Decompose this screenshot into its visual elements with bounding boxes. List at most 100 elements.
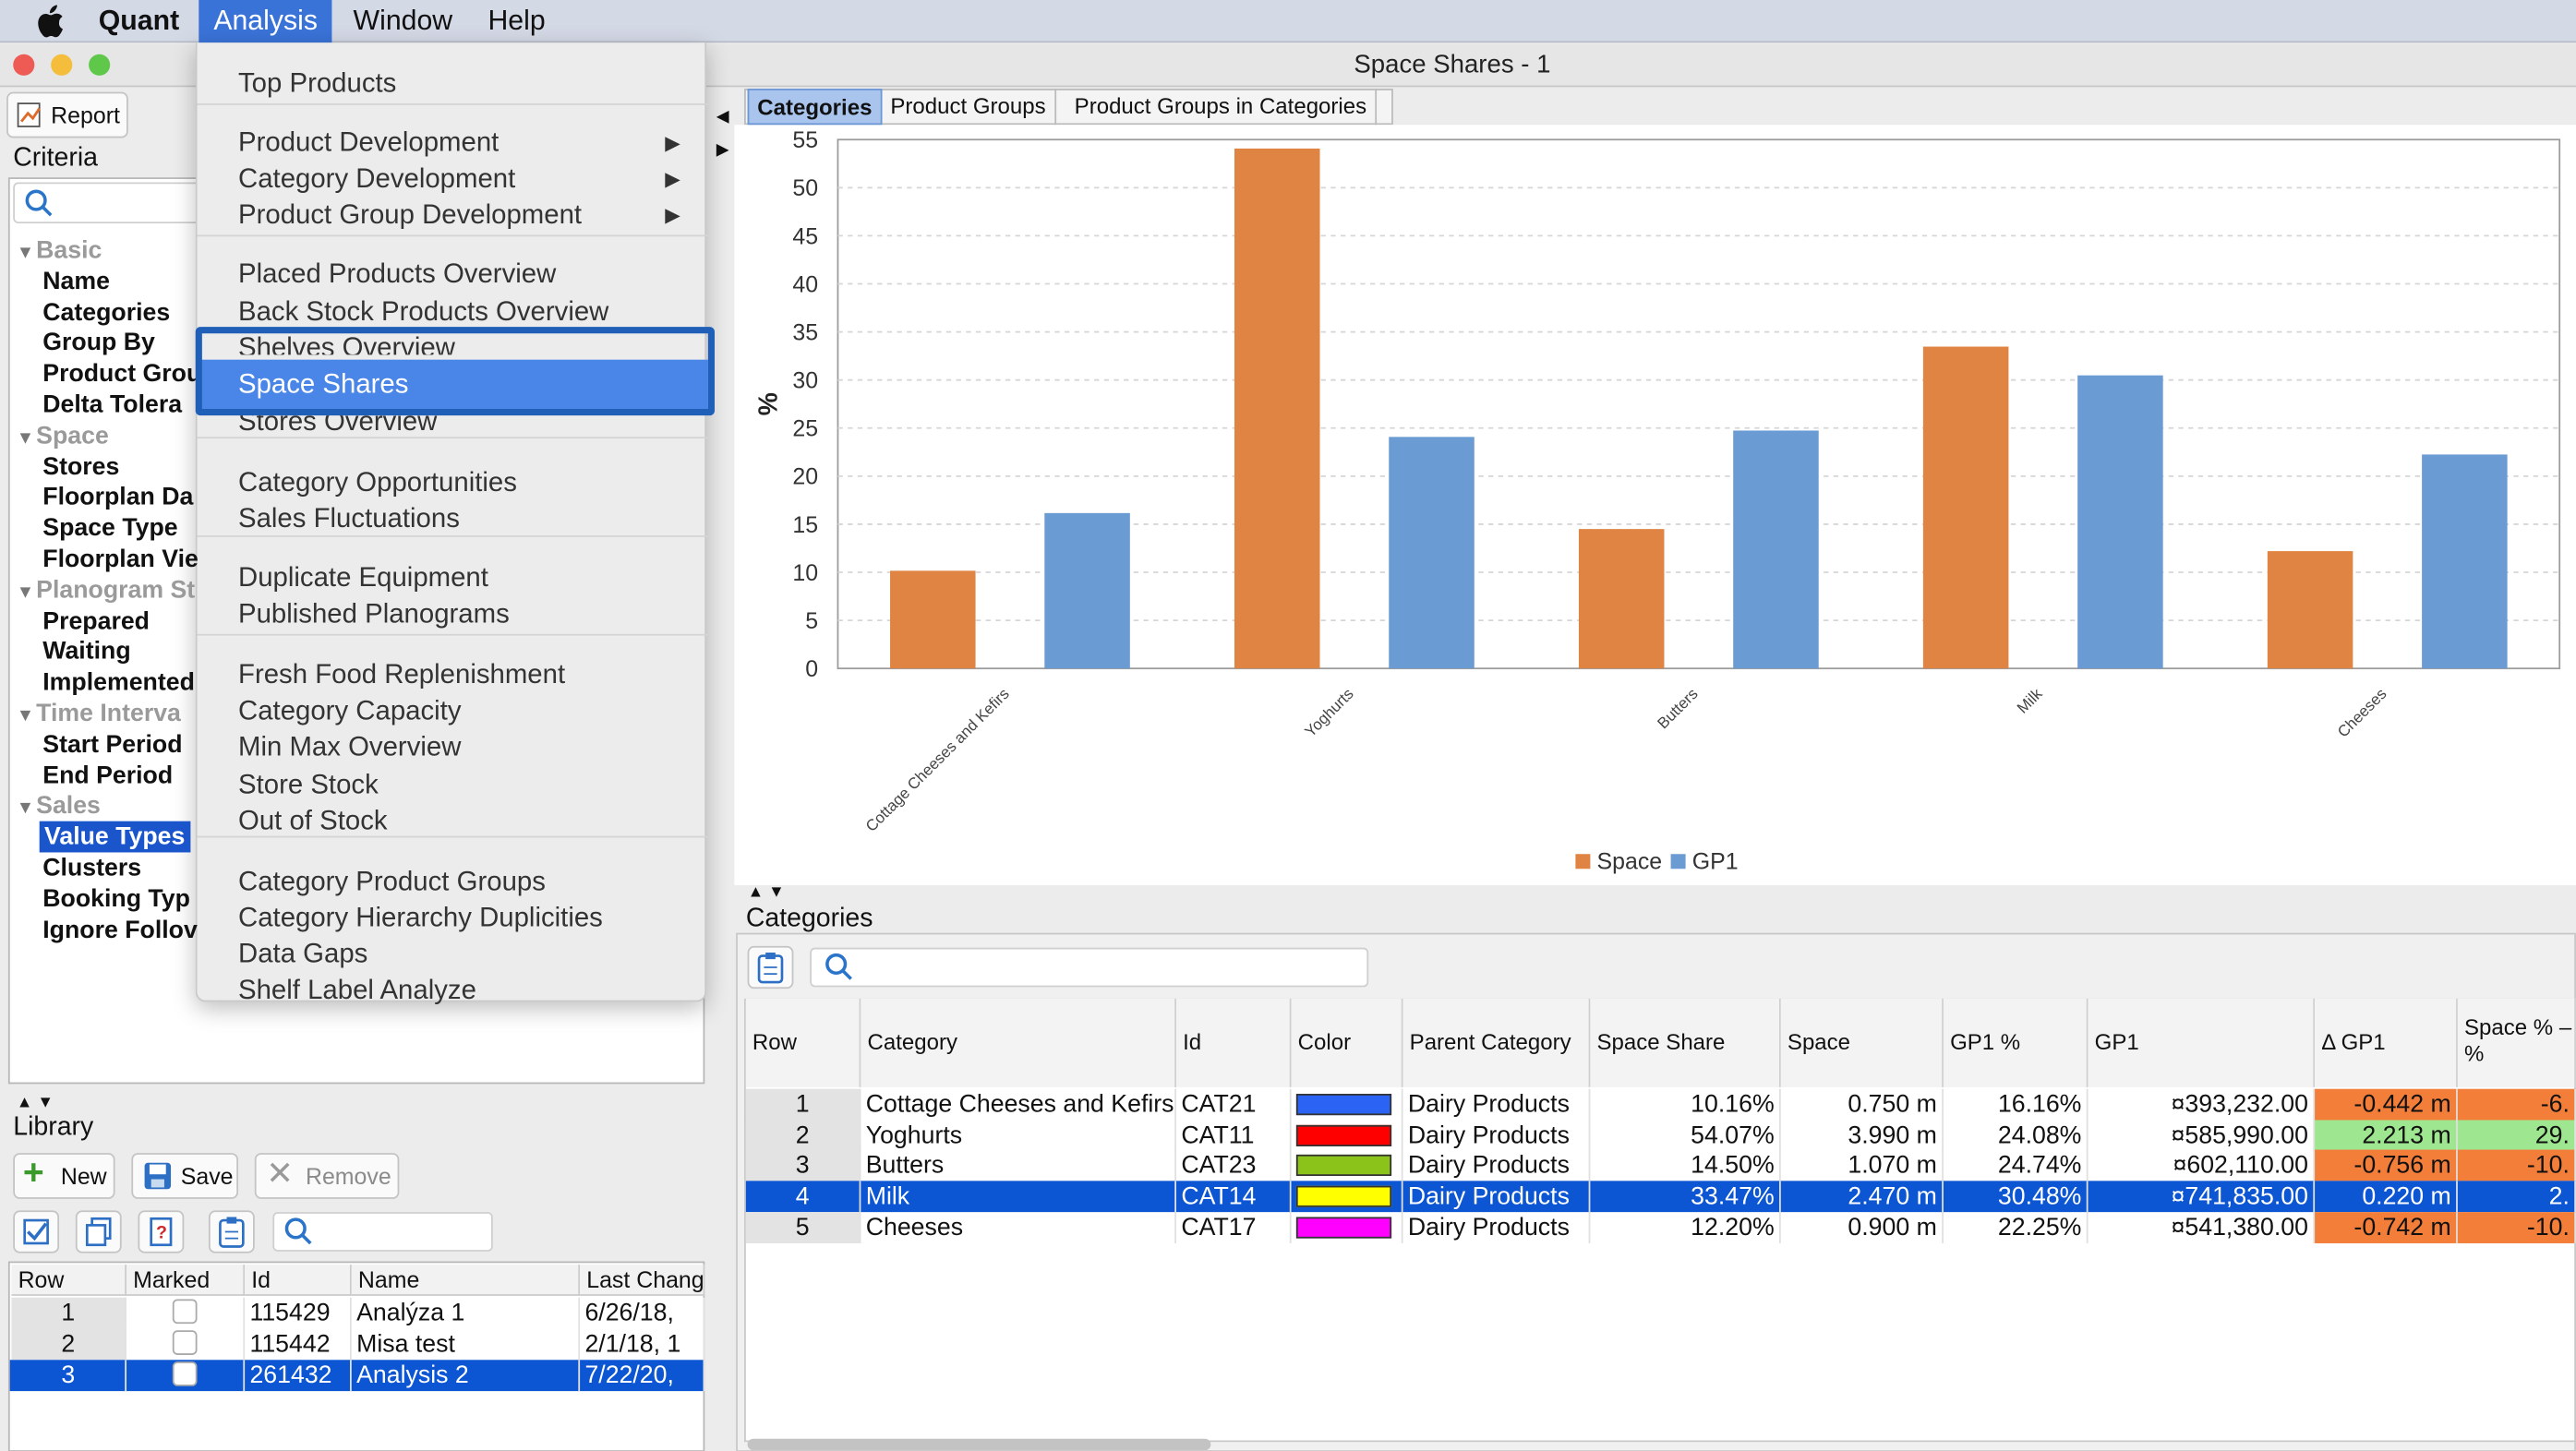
marked-checkbox[interactable] [172, 1299, 198, 1325]
menu-analysis[interactable]: Analysis [199, 0, 332, 43]
marked-checkbox[interactable] [172, 1329, 198, 1355]
column-header-8[interactable]: GP1 [2088, 998, 2316, 1087]
library-column-header-2[interactable]: Id [245, 1265, 352, 1296]
y-tick-label: 45 [792, 223, 818, 249]
categories-search-input[interactable] [810, 947, 1369, 988]
remove-button[interactable]: ✕ Remove [254, 1153, 400, 1199]
criteria-item[interactable]: Space Type [42, 512, 177, 544]
disclosure-triangle-icon[interactable]: ▼ [17, 424, 36, 455]
menu-item-published-planograms[interactable]: Published Planograms [238, 596, 510, 632]
tab-product-groups[interactable]: Product Groups [883, 89, 1056, 126]
cell-parent: Dairy Products [1403, 1088, 1591, 1121]
disclosure-triangle-icon[interactable]: ▼ [17, 578, 36, 609]
criteria-item[interactable]: Clusters [42, 852, 141, 883]
menu-item-category-hierarchy-duplicities[interactable]: Category Hierarchy Duplicities [238, 900, 603, 936]
criteria-item[interactable]: Waiting [42, 636, 130, 667]
menu-item-fresh-food-replenishment[interactable]: Fresh Food Replenishment [238, 657, 565, 693]
library-search-input[interactable] [272, 1212, 493, 1252]
column-header-3[interactable]: Color [1291, 998, 1403, 1087]
criteria-item[interactable]: Group By [42, 328, 155, 359]
clipboard-icon[interactable] [747, 945, 794, 989]
save-button[interactable]: Save [131, 1153, 239, 1199]
criteria-item[interactable]: Start Period [42, 729, 182, 761]
disclosure-triangle-icon[interactable]: ▼ [17, 794, 36, 825]
menu-item-product-development[interactable]: Product Development [238, 125, 499, 161]
column-header-6[interactable]: Space [1780, 998, 1944, 1087]
menu-item-data-gaps[interactable]: Data Gaps [238, 936, 367, 972]
menu-window[interactable]: Window [339, 0, 468, 42]
menu-item-shelves-overview[interactable]: Shelves Overview [238, 330, 455, 354]
criteria-item[interactable]: Name [42, 266, 110, 297]
criteria-item[interactable]: Floorplan Da [42, 482, 193, 513]
criteria-item[interactable]: Value Types [39, 821, 190, 853]
tab-product-groups-in-categories[interactable]: Product Groups in Categories [1066, 89, 1377, 126]
menu-item-space-shares[interactable]: Space Shares [238, 366, 408, 402]
marked-checkbox[interactable] [172, 1361, 198, 1386]
disclosure-triangle-icon[interactable]: ▼ [17, 238, 36, 270]
y-tick-label: 35 [792, 319, 818, 345]
splitter-arrows[interactable]: ▲ ▼ [17, 1094, 54, 1112]
horizontal-scrollbar[interactable] [747, 1438, 1211, 1451]
menu-help[interactable]: Help [473, 0, 560, 42]
column-header-5[interactable]: Space Share [1590, 998, 1781, 1087]
menu-item-min-max-overview[interactable]: Min Max Overview [238, 729, 461, 765]
color-swatch [1295, 1155, 1392, 1177]
criteria-item[interactable]: Categories [42, 296, 170, 328]
criteria-item[interactable]: Stores [42, 451, 119, 483]
apple-icon[interactable] [19, 0, 78, 42]
check-all-icon[interactable] [13, 1210, 60, 1253]
criteria-group-space[interactable]: ▼ Space [17, 420, 109, 451]
column-header-2[interactable]: Id [1176, 998, 1292, 1087]
chart-splitter-arrows[interactable]: ▲ ▼ [748, 883, 785, 902]
bar-space-2 [1234, 148, 1320, 669]
menu-item-placed-products-overview[interactable]: Placed Products Overview [238, 257, 556, 293]
menu-item-sales-fluctuations[interactable]: Sales Fluctuations [238, 501, 460, 537]
disclosure-triangle-icon[interactable]: ▼ [17, 702, 36, 733]
menu-item-category-development[interactable]: Category Development [238, 161, 515, 197]
criteria-item[interactable]: Delta Tolera [42, 390, 182, 421]
menu-item-store-stock[interactable]: Store Stock [238, 767, 379, 803]
criteria-item[interactable]: End Period [42, 760, 173, 791]
menu-item-stores-overview[interactable]: Stores Overview [238, 415, 437, 438]
criteria-group-basic[interactable]: ▼ Basic [17, 234, 102, 266]
column-header-4[interactable]: Parent Category [1402, 998, 1591, 1087]
menu-item-top-products[interactable]: Top Products [238, 66, 396, 102]
cell-sp: 29. [2457, 1119, 2576, 1151]
column-header-7[interactable]: GP1 % [1943, 998, 2088, 1087]
criteria-group-time-interva[interactable]: ▼ Time Interva [17, 698, 181, 729]
help-document-icon[interactable]: ? [138, 1210, 185, 1253]
report-button[interactable]: Report [6, 91, 128, 138]
menu-item-category-product-groups[interactable]: Category Product Groups [238, 864, 546, 900]
criteria-item[interactable]: Implemented [42, 667, 195, 699]
collapse-arrows[interactable]: ◀ ▶ [716, 102, 729, 167]
copy-icon[interactable] [75, 1210, 122, 1253]
criteria-item[interactable]: Product Grou [42, 358, 201, 390]
library-column-header-4[interactable]: Last Chang [580, 1265, 705, 1296]
column-header-9[interactable]: Δ GP1 [2315, 998, 2458, 1087]
criteria-group-sales[interactable]: ▼ Sales [17, 791, 101, 822]
criteria-item[interactable]: Ignore Follov [42, 914, 198, 945]
menu-item-shelf-label-analyze[interactable]: Shelf Label Analyze [238, 972, 476, 1008]
app-menu-quant[interactable]: Quant [84, 0, 194, 42]
menu-item-duplicate-equipment[interactable]: Duplicate Equipment [238, 560, 488, 596]
library-column-header-3[interactable]: Name [351, 1265, 581, 1296]
clipboard-icon[interactable] [208, 1210, 255, 1253]
criteria-group-planogram-st[interactable]: ▼ Planogram St [17, 574, 195, 606]
column-header-1[interactable]: Category [861, 998, 1177, 1087]
library-column-header-1[interactable]: Marked [126, 1265, 246, 1296]
menu-item-category-capacity[interactable]: Category Capacity [238, 693, 462, 729]
criteria-item[interactable]: Floorplan Vie [42, 544, 199, 575]
menu-item-category-opportunities[interactable]: Category Opportunities [238, 465, 517, 501]
criteria-item[interactable]: Booking Typ [42, 883, 190, 915]
menu-bar: Quant Analysis Window Help [0, 0, 2576, 43]
column-header-0[interactable]: Row [745, 998, 861, 1087]
column-header-10[interactable]: Space % – % [2457, 998, 2576, 1087]
menu-item-product-group-development[interactable]: Product Group Development [238, 198, 582, 234]
menu-item-back-stock-products-overview[interactable]: Back Stock Products Overview [238, 294, 608, 330]
library-column-header-0[interactable]: Row [11, 1265, 127, 1296]
criteria-item[interactable]: Prepared [42, 606, 150, 637]
menu-item-out-of-stock[interactable]: Out of Stock [238, 803, 388, 839]
tab-categories[interactable]: Categories [747, 89, 883, 126]
new-button[interactable]: + New [13, 1151, 115, 1199]
criteria-search-input[interactable] [13, 182, 204, 223]
